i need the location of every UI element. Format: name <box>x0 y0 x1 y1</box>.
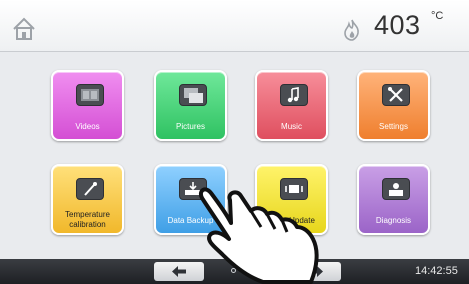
temperature-readout: 403 <box>374 10 421 40</box>
tile-music[interactable]: Music <box>255 70 328 141</box>
calibration-icon <box>76 178 104 200</box>
tile-label: Temperature calibration <box>65 210 110 229</box>
tile-diagnosis[interactable]: Diagnosis <box>357 164 430 235</box>
status-bar: 403 °C <box>0 0 469 52</box>
home-button[interactable] <box>11 16 37 42</box>
tile-label: Music <box>281 122 302 131</box>
music-note-icon <box>280 84 308 106</box>
temperature-unit: °C <box>431 10 444 22</box>
tile-label: Pictures <box>176 122 205 131</box>
tile-label: Videos <box>75 122 100 131</box>
tile-label: Diagnosis <box>375 216 412 225</box>
arrow-left-icon <box>172 266 186 277</box>
flame-icon <box>343 19 361 41</box>
screen: 403 °C Videos Pictures Music Settings Te… <box>0 0 469 284</box>
pointing-hand-icon <box>199 187 319 284</box>
tile-videos[interactable]: Videos <box>51 70 124 141</box>
pictures-icon <box>179 84 207 106</box>
tile-label: Settings <box>379 122 408 131</box>
tile-temperature-calibration[interactable]: Temperature calibration <box>51 164 124 235</box>
tools-icon <box>382 84 410 106</box>
diagnosis-icon <box>382 178 410 200</box>
clock: 14:42:55 <box>415 265 458 277</box>
film-icon <box>76 84 104 106</box>
tile-settings[interactable]: Settings <box>357 70 430 141</box>
tile-pictures[interactable]: Pictures <box>154 70 227 141</box>
home-icon <box>13 17 35 40</box>
